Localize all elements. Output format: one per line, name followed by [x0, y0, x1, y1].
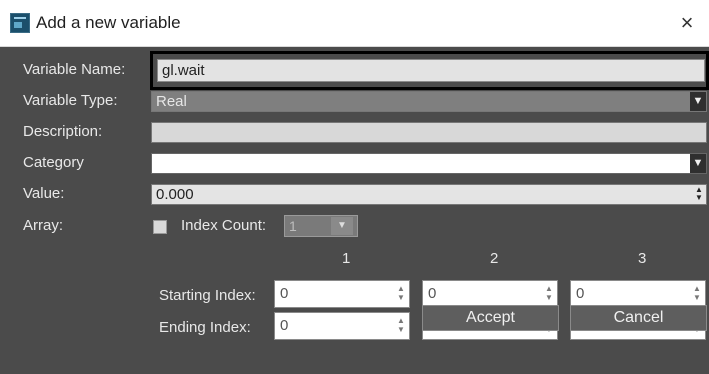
variable-name-label: Variable Name:: [23, 61, 126, 78]
add-variable-dialog: Add a new variable × Variable Name: gl.w…: [0, 0, 709, 374]
description-label: Description:: [23, 123, 103, 140]
array-label: Array:: [23, 217, 64, 234]
chevron-down-icon[interactable]: ▼: [331, 217, 353, 235]
app-icon: [10, 13, 30, 33]
spinner-arrows-icon[interactable]: ▲▼: [396, 284, 406, 302]
spinner-arrows-icon[interactable]: ▲▼: [692, 284, 702, 302]
variable-type-select[interactable]: Real ▼: [151, 91, 707, 112]
starting-index-2-value: 0: [428, 285, 437, 302]
close-icon[interactable]: ×: [673, 9, 701, 37]
ending-index-label: Ending Index:: [159, 319, 251, 336]
variable-name-input[interactable]: gl.wait: [157, 59, 705, 82]
starting-index-1[interactable]: 0 ▲ ▼: [274, 280, 410, 308]
starting-index-3-value: 0: [576, 285, 585, 302]
dialog-title: Add a new variable: [36, 13, 181, 32]
chevron-down-icon[interactable]: ▼: [690, 92, 706, 111]
starting-index-3[interactable]: 0 ▲ ▼: [570, 280, 706, 308]
value-text: 0.000: [156, 186, 194, 203]
index-count-label: Index Count:: [181, 217, 267, 234]
value-input[interactable]: 0.000 ▲ ▼: [151, 184, 707, 205]
variable-type-label: Variable Type:: [23, 92, 118, 109]
chevron-down-icon[interactable]: ▼: [690, 154, 706, 173]
column-header-2: 2: [490, 250, 499, 267]
accept-button[interactable]: Accept: [422, 305, 559, 331]
array-checkbox[interactable]: [153, 220, 167, 234]
ending-index-1-value: 0: [280, 317, 289, 334]
category-select[interactable]: ▼: [151, 153, 707, 174]
spinner-arrows-icon[interactable]: ▲▼: [694, 186, 704, 204]
column-header-1: 1: [342, 250, 351, 267]
category-label: Category: [23, 154, 84, 171]
variable-type-value: Real: [156, 93, 187, 110]
spinner-arrows-icon[interactable]: ▲▼: [544, 284, 554, 302]
index-count-select[interactable]: 1 ▼: [284, 215, 358, 237]
starting-index-2[interactable]: 0 ▲ ▼: [422, 280, 558, 308]
column-header-3: 3: [638, 250, 647, 267]
title-bar: Add a new variable ×: [0, 0, 709, 47]
description-input[interactable]: [151, 122, 707, 143]
starting-index-1-value: 0: [280, 285, 289, 302]
spinner-arrows-icon[interactable]: ▲▼: [396, 316, 406, 334]
index-count-value: 1: [289, 218, 297, 234]
ending-index-1[interactable]: 0 ▲ ▼: [274, 312, 410, 340]
cancel-button[interactable]: Cancel: [570, 305, 707, 331]
starting-index-label: Starting Index:: [159, 287, 256, 304]
value-label: Value:: [23, 185, 65, 202]
